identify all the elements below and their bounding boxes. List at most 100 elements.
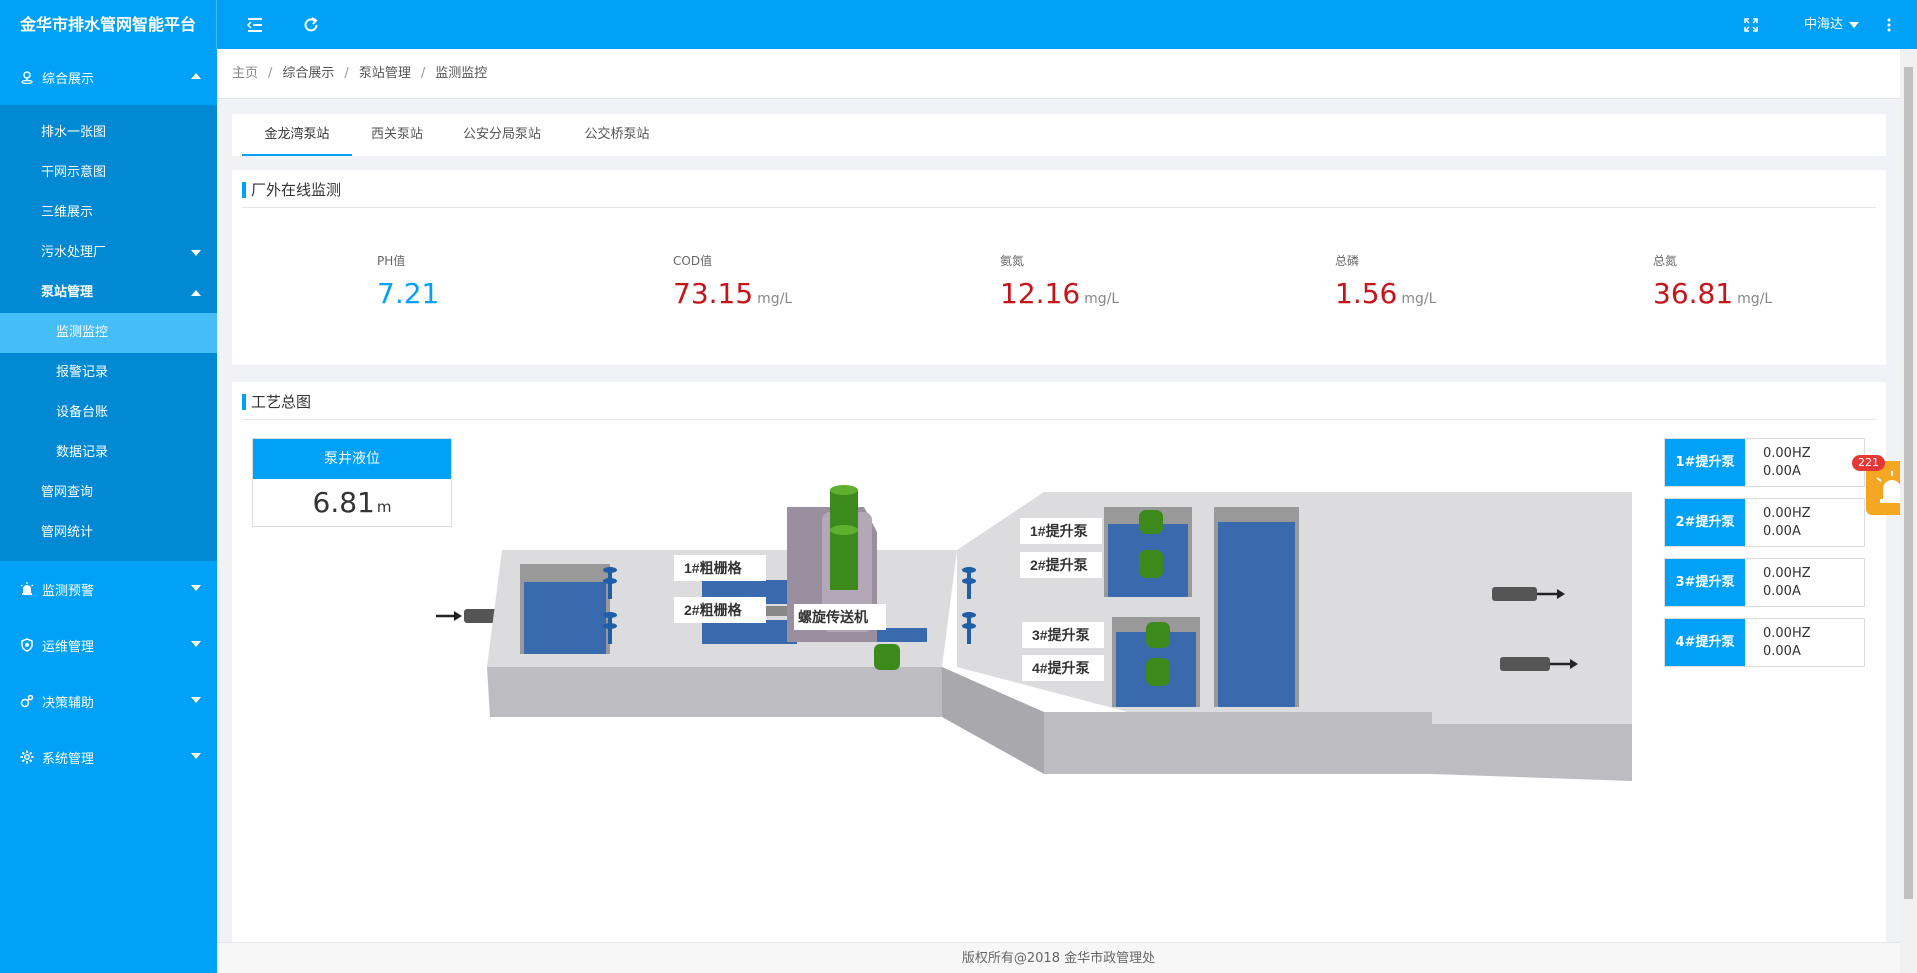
sidebar-item-pipe-stats[interactable]: 管网统计 (0, 513, 217, 553)
diagram-label-coarse-grid-2: 2#粗栅格 (684, 602, 743, 618)
tab-xiguan[interactable]: 西关泵站 (352, 114, 442, 156)
pump-status-row[interactable]: 3#提升泵 0.00HZ 0.00A (1664, 558, 1865, 607)
process-card: 工艺总图 泵井液位 6.81 m 1#粗栅格 2#粗栅格 螺旋传送机 1#提升泵… (232, 382, 1886, 942)
chevron-down-icon (191, 753, 201, 759)
chevron-down-icon (191, 641, 201, 647)
sidebar-item-sewage-plant[interactable]: 污水处理厂 (0, 233, 217, 273)
pump-status-row[interactable]: 4#提升泵 0.00HZ 0.00A (1664, 618, 1865, 667)
menu-group-warning[interactable]: 监测预警 (0, 561, 217, 617)
menu-group-label: 监测预警 (42, 583, 95, 599)
menu-group-label: 综合展示 (42, 71, 95, 87)
tab-gongan[interactable]: 公安分局泵站 (442, 114, 562, 156)
menu-toggle-icon[interactable] (242, 12, 268, 38)
diagram-label-pump-3: 3#提升泵 (1032, 627, 1090, 643)
metric-value: 1.56 mg/L (1335, 277, 1437, 310)
metric-label: PH值 (377, 254, 406, 268)
sidebar-item-drain-map[interactable]: 排水一张图 (0, 113, 217, 153)
diagram-label-pump-4: 4#提升泵 (1032, 660, 1090, 676)
breadcrumb-item[interactable]: 综合展示 (282, 66, 334, 81)
menu-group-operations[interactable]: 运维管理 (0, 617, 217, 673)
metric-cod: COD值 73.15 mg/L (673, 252, 792, 310)
gear-icon (20, 750, 34, 764)
tab-jinlongwan[interactable]: 金龙湾泵站 (242, 114, 352, 156)
diagram-label-conveyor: 螺旋传送机 (798, 609, 868, 625)
process-diagram: 1#粗栅格 2#粗栅格 螺旋传送机 1#提升泵 2#提升泵 3#提升泵 4#提升… (436, 485, 1632, 781)
metric-label: 总氮 (1653, 254, 1678, 268)
pump-name: 1#提升泵 (1665, 439, 1745, 486)
top-header: 金华市排水管网智能平台 中海达 (0, 0, 1917, 49)
sidebar-item-monitor[interactable]: 监测监控 (0, 313, 217, 353)
sidebar-item-device-ledger[interactable]: 设备台账 (0, 393, 217, 433)
footer: 版权所有@2018 金华市政管理处 (217, 942, 1900, 973)
diagram-label-pump-2: 2#提升泵 (1030, 557, 1088, 573)
chevron-down-icon (1849, 21, 1859, 28)
menu-group-system[interactable]: 系统管理 (0, 729, 217, 785)
breadcrumb-home[interactable]: 主页 (232, 66, 258, 81)
pump-status-row[interactable]: 2#提升泵 0.00HZ 0.00A (1664, 498, 1865, 547)
metric-phosphorus: 总磷 1.56 mg/L (1335, 252, 1436, 310)
metric-ammonia: 氨氮 12.16 mg/L (1000, 252, 1119, 310)
sidebar-item-trunk-map[interactable]: 干网示意图 (0, 153, 217, 193)
tab-gongjiaoqiao[interactable]: 公交桥泵站 (562, 114, 672, 156)
alarm-light-icon (20, 582, 34, 595)
sidebar-item-data-records[interactable]: 数据记录 (0, 433, 217, 473)
metric-nitrogen: 总氮 36.81 mg/L (1653, 252, 1772, 310)
scrollbar-thumb[interactable] (1904, 67, 1913, 899)
pump-status-row[interactable]: 1#提升泵 0.00HZ 0.00A (1664, 438, 1865, 487)
menu-group-label: 运维管理 (42, 639, 95, 655)
menu-group-label: 系统管理 (42, 751, 95, 767)
sidebar-item-label: 泵站管理 (41, 285, 94, 300)
chevron-up-icon (191, 290, 201, 296)
process-title: 工艺总图 (242, 392, 1876, 420)
pump-values: 0.00HZ 0.00A (1763, 446, 1811, 479)
monitoring-title: 厂外在线监测 (242, 180, 1876, 208)
chevron-down-icon (191, 697, 201, 703)
well-level-value: 6.81 m (312, 486, 392, 519)
main-content: 主页 / 综合展示 / 泵站管理 / 监测监控 金龙湾泵站 西关泵站 公安分局泵站 公交桥泵… (217, 49, 1900, 973)
metric-value: 73.15 mg/L (673, 277, 793, 310)
metric-value: 7.21 (377, 277, 440, 310)
breadcrumb-item[interactable]: 泵站管理 (359, 66, 411, 81)
sidebar-item-pump-mgmt[interactable]: 泵站管理 (0, 273, 217, 313)
menu-group-overview[interactable]: 综合展示 (0, 49, 217, 105)
alarm-count-badge: 221 (1852, 455, 1885, 471)
metric-value: 36.81 mg/L (1653, 277, 1773, 310)
pump-values: 0.00HZ 0.00A (1763, 626, 1811, 659)
breadcrumb-current: 监测监控 (435, 66, 488, 81)
pump-name: 3#提升泵 (1665, 559, 1745, 606)
well-level-label: 泵井液位 (253, 439, 451, 479)
menu-group-decision[interactable]: 决策辅助 (0, 673, 217, 729)
chevron-up-icon (191, 73, 201, 79)
sidebar-item-pipe-query[interactable]: 管网查询 (0, 473, 217, 513)
sidebar-item-alarm-records[interactable]: 报警记录 (0, 353, 217, 393)
submenu-overview: 排水一张图 干网示意图 三维展示 污水处理厂 泵站管理 监测监控 报警记录 设备… (0, 105, 217, 561)
station-tabs: 金龙湾泵站 西关泵站 公安分局泵站 公交桥泵站 (232, 114, 1886, 156)
pump-name: 2#提升泵 (1665, 499, 1745, 546)
location-icon (21, 71, 33, 84)
pump-values: 0.00HZ 0.00A (1763, 506, 1811, 539)
sidebar-item-3d[interactable]: 三维展示 (0, 193, 217, 233)
well-level-box: 泵井液位 6.81 m (252, 438, 452, 527)
user-menu[interactable]: 中海达 (1804, 0, 1859, 49)
pump-values: 0.00HZ 0.00A (1763, 566, 1811, 599)
user-name: 中海达 (1803, 17, 1843, 32)
refresh-icon[interactable] (298, 12, 324, 38)
shield-gear-icon (21, 638, 33, 652)
more-vertical-icon[interactable] (1876, 12, 1902, 38)
decision-icon (20, 694, 34, 708)
metric-label: COD值 (673, 254, 713, 268)
sidebar-item-label: 污水处理厂 (41, 245, 107, 260)
metric-label: 总磷 (1335, 254, 1360, 268)
diagram-label-coarse-grid-1: 1#粗栅格 (684, 560, 743, 576)
menu-group-label: 决策辅助 (42, 695, 95, 711)
metric-label: 氨氮 (1000, 254, 1025, 268)
fullscreen-icon[interactable] (1738, 12, 1764, 38)
metric-ph: PH值 7.21 (377, 252, 439, 310)
sidebar: 综合展示 排水一张图 干网示意图 三维展示 污水处理厂 泵站管理 监测监控 报警… (0, 49, 217, 973)
monitoring-card: 厂外在线监测 PH值 7.21 COD值 73.15 mg/L 氨氮 12.16 m… (232, 170, 1886, 365)
chevron-down-icon (191, 585, 201, 591)
metric-value: 12.16 mg/L (1000, 277, 1120, 310)
scrollbar[interactable] (1900, 49, 1917, 973)
diagram-label-pump-1: 1#提升泵 (1030, 523, 1088, 539)
app-title: 金华市排水管网智能平台 (0, 0, 217, 49)
